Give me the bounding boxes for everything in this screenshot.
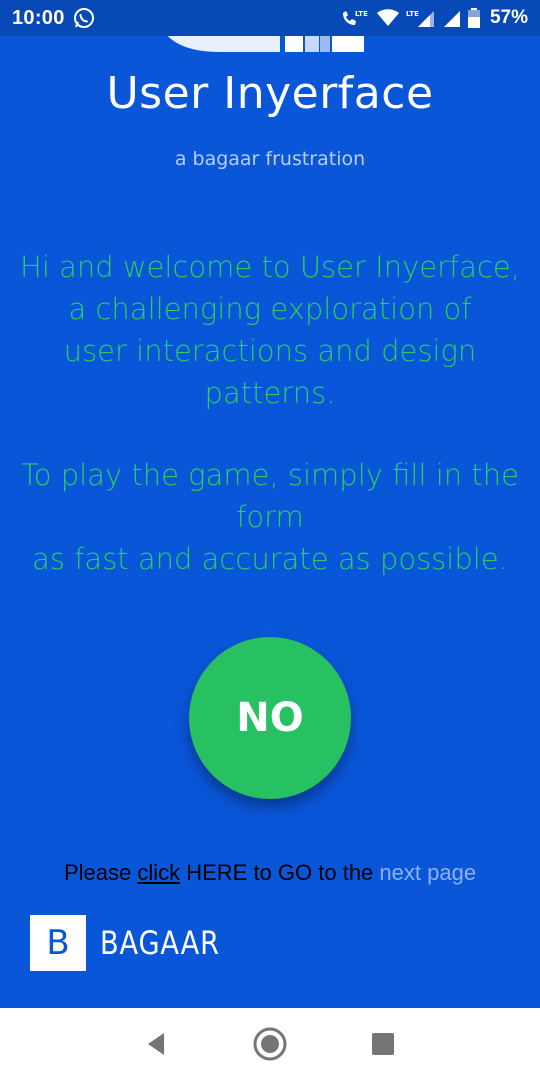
- phone-lte-icon: LTE: [340, 8, 370, 28]
- intro-line: Hi and welcome to User Inyerface,: [20, 250, 520, 284]
- status-time: 10:00: [12, 6, 65, 29]
- battery-icon: [467, 8, 480, 28]
- no-button[interactable]: NO: [189, 637, 351, 799]
- intro-line: a challenging exploration of: [68, 292, 472, 326]
- home-button[interactable]: [246, 1020, 294, 1068]
- nav-prefix: Please: [63, 860, 138, 885]
- status-right: LTE LTE 57%: [340, 7, 528, 29]
- wifi-icon: [376, 8, 400, 28]
- app-title: User Inyerface: [106, 68, 434, 119]
- nav-middle: HERE to GO to the: [180, 860, 380, 885]
- brand-letter-box: B: [30, 915, 86, 971]
- intro-line: patterns.: [204, 376, 336, 410]
- signal-lte-icon: LTE: [406, 8, 436, 28]
- signal-icon: [442, 8, 462, 28]
- brand-name: BAGAAR: [100, 924, 220, 962]
- whatsapp-icon: [73, 7, 95, 29]
- app-subtitle: a bagaar frustration: [174, 148, 366, 170]
- back-triangle-icon: [147, 1033, 164, 1055]
- system-nav-bar: [0, 1008, 540, 1080]
- recents-button[interactable]: [359, 1020, 407, 1068]
- intro-line: To play the game, simply fill in the: [21, 458, 519, 492]
- home-circle-icon: [253, 1027, 287, 1061]
- intro-line: as fast and accurate as possible.: [32, 542, 508, 576]
- brand-logo: B BAGAAR: [30, 915, 241, 971]
- network-label-1: LTE: [355, 10, 368, 18]
- status-bar: 10:00 LTE LTE 57%: [0, 0, 540, 36]
- battery-percent: 57%: [489, 7, 528, 28]
- intro-line: user interactions and design: [63, 334, 477, 368]
- intro-line: form: [236, 500, 304, 534]
- intro-text: Hi and welcome to User Inyerface, a chal…: [0, 246, 540, 580]
- recents-square-icon: [372, 1033, 395, 1055]
- navigation-line: Please click HERE to GO to the next page: [0, 860, 540, 886]
- back-button[interactable]: [133, 1020, 181, 1068]
- next-page-link[interactable]: next page: [379, 860, 476, 885]
- app-screen: 10:00 LTE LTE 57% User Inyerface a bagaa…: [0, 0, 540, 1080]
- click-link[interactable]: click: [137, 860, 180, 885]
- network-label-2: LTE: [406, 10, 419, 18]
